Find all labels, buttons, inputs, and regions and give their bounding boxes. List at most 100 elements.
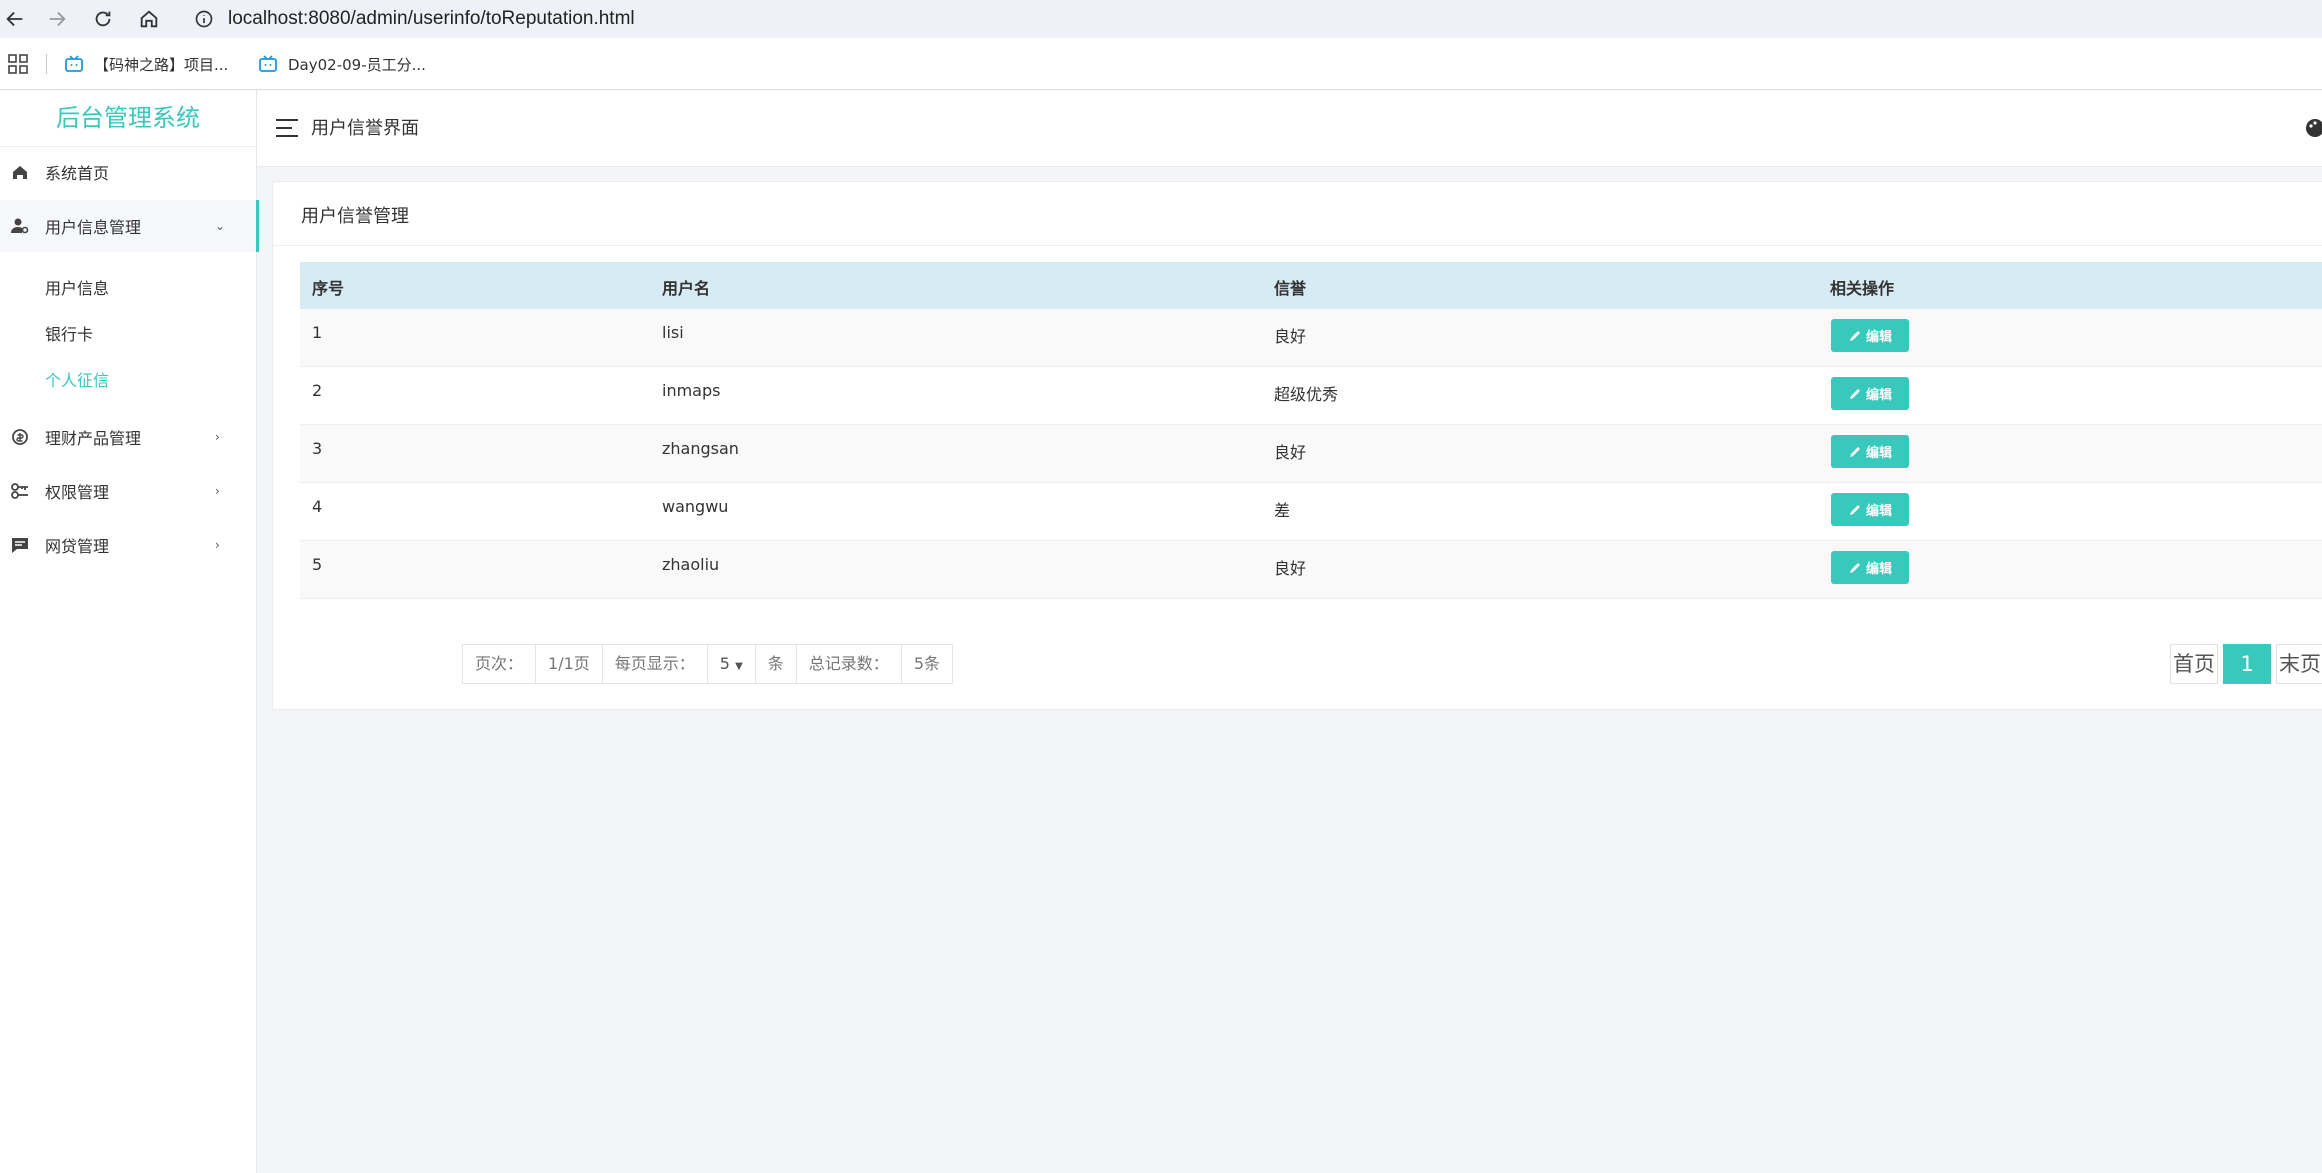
pencil-icon: [1849, 562, 1860, 573]
home-button[interactable]: [134, 4, 164, 34]
page-value: 1/1页: [536, 645, 603, 683]
current-page-button[interactable]: 1: [2223, 644, 2271, 684]
reload-button[interactable]: [88, 4, 118, 34]
total-value: 5条: [913, 654, 940, 673]
cell-index: 2: [312, 381, 323, 400]
cell-index: 5: [312, 555, 323, 574]
table-header: 序号 用户名 信誉 相关操作: [300, 262, 2322, 309]
reputation-table: 序号 用户名 信誉 相关操作 1 lisi 良好 编辑 2 inmaps 超级优…: [300, 262, 2322, 599]
per-page-unit: 条: [756, 645, 797, 683]
arrow-left-icon: [6, 11, 23, 27]
back-button[interactable]: [0, 4, 30, 34]
chevron-right-icon: ›: [215, 538, 220, 552]
bookmark-label: 【码神之路】项目...: [94, 55, 229, 74]
last-page-button[interactable]: 末页: [2276, 644, 2322, 684]
column-header-reputation: 信誉: [1274, 279, 1307, 298]
menu-toggle-icon[interactable]: [275, 118, 299, 138]
total-label: 总记录数：: [797, 645, 902, 683]
browser-chrome: localhost:8080/admin/userinfo/toReputati…: [0, 0, 2322, 90]
sidebar-item-label: 网贷管理: [45, 537, 110, 556]
cell-index: 3: [312, 439, 323, 458]
home-icon: [13, 166, 27, 179]
tv-icon: [65, 55, 83, 72]
home-outline-icon: [140, 10, 158, 28]
cell-username: inmaps: [662, 381, 721, 400]
sidebar-item-home[interactable]: 系统首页: [0, 146, 256, 198]
sidebar-item-finance[interactable]: 理财产品管理 ›: [0, 411, 256, 463]
chevron-right-icon: ›: [215, 430, 220, 444]
edit-button-label: 编辑: [1865, 330, 1892, 345]
bookmark-item[interactable]: 【码神之路】项目...: [64, 50, 228, 78]
app-logo: 后台管理系统: [0, 90, 256, 147]
chevron-right-icon: ›: [215, 484, 220, 498]
per-page-select[interactable]: 5 ▼: [708, 645, 756, 683]
cell-username: zhaoliu: [662, 555, 720, 574]
forward-button[interactable]: [42, 4, 72, 34]
column-header-actions: 相关操作: [1830, 279, 1895, 298]
cell-reputation: 良好: [1274, 443, 1307, 462]
cell-username: lisi: [662, 323, 684, 342]
cell-index: 1: [312, 323, 323, 342]
pencil-icon: [1849, 504, 1860, 515]
per-page-value: 5: [719, 654, 730, 673]
url-text: localhost:8080/admin/userinfo/toReputati…: [228, 8, 635, 29]
submenu-item-credit[interactable]: 个人征信: [45, 367, 109, 391]
address-row: localhost:8080/admin/userinfo/toReputati…: [0, 0, 2322, 38]
cell-index: 4: [312, 497, 323, 516]
cell-reputation: 差: [1274, 501, 1291, 520]
column-header-index: 序号: [312, 279, 345, 298]
address-bar[interactable]: localhost:8080/admin/userinfo/toReputati…: [180, 2, 2322, 36]
sidebar: 后台管理系统 系统首页 用户信息管理 ⌄ 用户信息 银行卡 个人征信 理财产品管…: [0, 90, 259, 1173]
table-row: 1 lisi 良好 编辑: [300, 309, 2322, 367]
table-row: 2 inmaps 超级优秀 编辑: [300, 367, 2322, 425]
edit-button[interactable]: 编辑: [1831, 319, 1909, 352]
sidebar-item-userinfo[interactable]: 用户信息管理 ⌄: [0, 200, 259, 252]
arrow-right-icon: [49, 11, 66, 27]
cell-reputation: 超级优秀: [1274, 385, 1339, 404]
table-row: 5 zhaoliu 良好 编辑: [300, 541, 2322, 599]
edit-button[interactable]: 编辑: [1831, 551, 1909, 584]
tv-icon: [259, 55, 277, 72]
cell-username: wangwu: [662, 497, 729, 516]
bookmark-item[interactable]: Day02-09-员工分...: [258, 50, 426, 78]
cell-reputation: 良好: [1274, 559, 1307, 578]
submenu-item-bankcard[interactable]: 银行卡: [45, 321, 93, 345]
page-label: 页次：: [463, 645, 537, 683]
table-row: 3 zhangsan 良好 编辑: [300, 425, 2322, 483]
edit-button[interactable]: 编辑: [1831, 377, 1909, 410]
reputation-card: 用户信誉管理 序号 用户名 信誉 相关操作 1 lisi 良好 编辑 2 inm…: [272, 181, 2322, 710]
pencil-icon: [1849, 446, 1860, 457]
info-icon: [195, 10, 213, 28]
sidebar-item-loan[interactable]: 网贷管理 ›: [0, 519, 256, 571]
table-row: 4 wangwu 差 编辑: [300, 483, 2322, 541]
chevron-down-icon: ⌄: [215, 219, 226, 233]
edit-button-label: 编辑: [1865, 562, 1892, 577]
column-header-username: 用户名: [662, 279, 711, 298]
key-icon: [11, 483, 28, 499]
per-page-label: 每页显示：: [603, 645, 708, 683]
pencil-icon: [1849, 388, 1860, 399]
apps-grid-icon[interactable]: [8, 54, 28, 74]
card-title: 用户信誉管理: [301, 206, 409, 227]
sidebar-item-permission[interactable]: 权限管理 ›: [0, 465, 256, 517]
cell-reputation: 良好: [1274, 327, 1307, 346]
message-icon: [12, 538, 28, 553]
edit-button-label: 编辑: [1865, 388, 1892, 403]
edit-button[interactable]: 编辑: [1831, 435, 1909, 468]
palette-icon[interactable]: [2305, 118, 2322, 138]
bookmark-label: Day02-09-员工分...: [288, 55, 426, 74]
sidebar-item-label: 权限管理: [45, 483, 110, 502]
first-page-button[interactable]: 首页: [2170, 644, 2218, 684]
edit-button[interactable]: 编辑: [1831, 493, 1909, 526]
sidebar-item-label: 系统首页: [45, 164, 110, 183]
page-title: 用户信誉界面: [311, 118, 419, 139]
coin-icon: [12, 429, 28, 445]
edit-button-label: 编辑: [1865, 504, 1892, 519]
edit-button-label: 编辑: [1865, 446, 1892, 461]
pagination-info: 页次： 1/1页 每页显示： 5 ▼ 条 总记录数： 5条: [462, 644, 953, 684]
submenu-item-userinfo[interactable]: 用户信息: [45, 275, 109, 299]
bookmark-separator: [46, 54, 47, 74]
sidebar-item-label: 用户信息管理: [45, 218, 142, 237]
cell-username: zhangsan: [662, 439, 739, 458]
page-header: 用户信誉界面: [257, 90, 2322, 167]
